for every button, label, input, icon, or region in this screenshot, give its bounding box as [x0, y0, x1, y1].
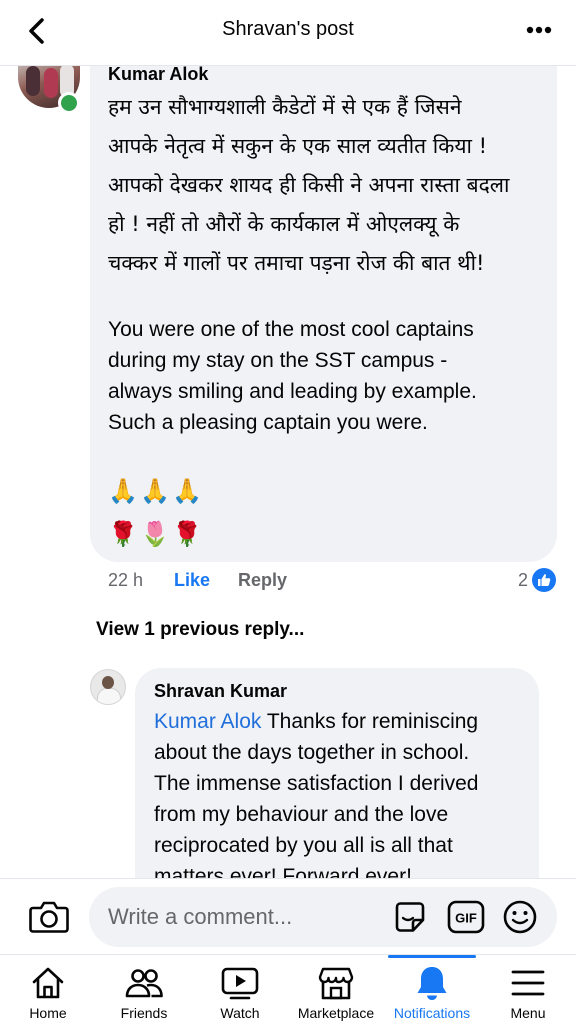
- friends-icon: [125, 969, 163, 998]
- comment-english-text: You were one of the most cool captains d…: [108, 314, 548, 438]
- smiley-icon: [503, 900, 537, 934]
- english-line: during my stay on the SST campus -: [108, 349, 448, 372]
- comment-actions: 22 h Like Reply 2: [108, 568, 556, 592]
- gif-button[interactable]: GIF: [446, 897, 486, 937]
- folded-hands-emoji: 🙏: [140, 478, 170, 505]
- comments-thread[interactable]: Kumar Alok हम उन सौभाग्यशाली कैडेटों में…: [0, 66, 576, 878]
- tab-label: Menu: [510, 1005, 546, 1021]
- emoji-row-folded-hands: 🙏 🙏 🙏: [108, 477, 202, 507]
- reply-author[interactable]: Shravan Kumar: [154, 681, 287, 702]
- svg-text:GIF: GIF: [455, 911, 477, 926]
- hindi-line: हम उन सौभाग्यशाली कैडेटों में से एक हैं …: [108, 95, 462, 119]
- comment-timestamp: 22 h: [108, 570, 144, 590]
- online-status-indicator: [58, 92, 80, 114]
- mention-link[interactable]: Kumar Alok: [154, 710, 261, 733]
- avatar-shravan-kumar[interactable]: [90, 669, 126, 705]
- sticker-button[interactable]: [390, 897, 430, 937]
- page-title: Shravan's post: [222, 18, 354, 40]
- marketplace-icon: [318, 967, 354, 1000]
- watch-icon: [221, 967, 259, 1000]
- tab-notifications[interactable]: Notifications: [384, 955, 480, 1024]
- english-line: You were one of the most cool captains: [108, 318, 474, 341]
- hindi-line: आपके नेतृत्व में सकुन के एक साल व्यतीत क…: [108, 134, 488, 158]
- rose-emoji: 🌹: [172, 521, 202, 548]
- more-options-button[interactable]: [524, 18, 554, 42]
- view-previous-replies-link[interactable]: View 1 previous reply...: [96, 619, 304, 641]
- reply-button[interactable]: Reply: [238, 570, 287, 591]
- tab-friends[interactable]: Friends: [96, 955, 192, 1024]
- hindi-line: आपको देखकर शायद ही किसी ने अपना रास्ता ब…: [108, 173, 510, 197]
- emoji-button[interactable]: [500, 897, 540, 937]
- reply-line: from my behaviour and the love: [154, 803, 449, 826]
- hindi-line: चक्कर में गालों पर तमाचा पड़ना रोज की बा…: [108, 251, 485, 275]
- reply-line: Kumar Alok Thanks for reminiscing: [154, 710, 479, 733]
- tab-watch[interactable]: Watch: [192, 955, 288, 1024]
- emoji-row-flowers: 🌹 🌷 🌹: [108, 520, 202, 550]
- tab-marketplace[interactable]: Marketplace: [288, 955, 384, 1024]
- english-line: always smiling and leading by example.: [108, 380, 477, 403]
- home-icon: [32, 967, 64, 999]
- reply-line: The immense satisfaction I derived: [154, 772, 479, 795]
- menu-icon: [511, 970, 545, 996]
- camera-icon: [29, 901, 69, 933]
- thumbs-up-icon[interactable]: [532, 568, 556, 592]
- reply-line: matters ever! Forward ever!: [154, 865, 412, 878]
- reply-line: reciprocated by you all is all that: [154, 834, 453, 857]
- reply-text: Kumar Alok Thanks for reminiscing about …: [154, 706, 529, 878]
- hindi-line: हो ! नहीं तो औरों के कार्यकाल में ओएलक्य…: [108, 212, 460, 236]
- top-bar: Shravan's post: [0, 0, 576, 66]
- tab-home[interactable]: Home: [0, 955, 96, 1024]
- bell-icon: [417, 967, 447, 1000]
- rose-emoji: 🌹: [108, 521, 138, 548]
- comment-input-placeholder[interactable]: Write a comment...: [108, 904, 292, 930]
- comment-author[interactable]: Kumar Alok: [108, 66, 208, 85]
- more-horizontal-icon: [526, 26, 552, 34]
- english-line: Such a pleasing captain you were.: [108, 411, 428, 434]
- gif-icon: GIF: [447, 900, 485, 934]
- folded-hands-emoji: 🙏: [108, 478, 138, 505]
- tab-menu[interactable]: Menu: [480, 955, 576, 1024]
- bottom-tab-bar: Home Friends Watch Marketplace Notificat…: [0, 954, 576, 1024]
- sticker-icon: [395, 902, 425, 932]
- tulip-emoji: 🌷: [140, 521, 170, 548]
- comment-composer: Write a comment... GIF: [0, 878, 576, 954]
- reply-line: about the days together in school.: [154, 741, 470, 764]
- camera-button[interactable]: [28, 897, 70, 937]
- comment-hindi-text: हम उन सौभाग्यशाली कैडेटों में से एक हैं …: [108, 88, 548, 283]
- folded-hands-emoji: 🙏: [172, 478, 202, 505]
- like-button[interactable]: Like: [174, 570, 210, 591]
- reaction-count[interactable]: 2: [518, 570, 528, 591]
